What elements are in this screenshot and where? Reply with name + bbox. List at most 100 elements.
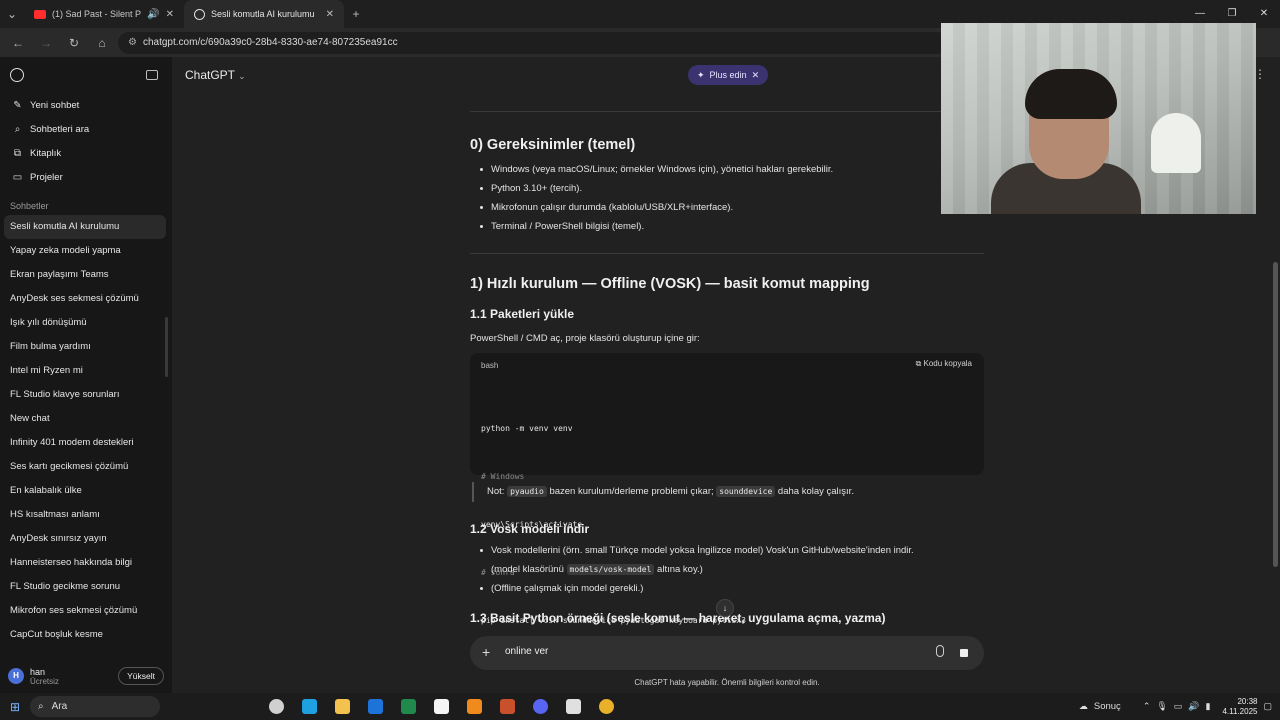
subsection-heading: 1.3 Basit Python örneği (sesle komut — h… [470,611,886,625]
sidebar-chat-item[interactable]: Ses kartı gecikmesi çözümü [0,455,172,479]
close-tab-icon[interactable]: ✕ [326,9,334,20]
stop-button[interactable] [954,643,974,663]
sidebar-chat-item[interactable]: HS kısaltması anlamı [0,503,172,527]
tab-list-button[interactable]: ⌄ [0,2,24,26]
new-tab-button[interactable]: + [344,2,368,26]
sparkle-icon: ✦ [697,69,705,80]
reload-icon[interactable]: ↻ [62,31,86,55]
list-item: Windows (veya macOS/Linux; örnekler Wind… [470,160,984,179]
sidebar-chat-item[interactable]: CapCut boşluk kesme [0,623,172,647]
network-icon[interactable]: ▭ [1174,701,1183,712]
url-field[interactable]: ⚙ chatgpt.com/c/690a39c0-28b4-8330-ae74-… [118,31,948,54]
taskbar: ⊞ ⌕ Ara ☁ Sonuç ⌃ 🎙 ▭ 🔊 ▮ 20:38 4.11.202… [0,693,1280,720]
clock[interactable]: 20:38 4.11.2025 [1222,697,1257,717]
new-chat-icon: ✎ [13,99,22,111]
excel-icon-glyph [401,699,416,714]
sidebar-chat-item[interactable]: Işık yılı dönüşümü [0,311,172,335]
sidebar-toggle-icon[interactable] [146,70,158,80]
edge-icon[interactable] [293,699,326,714]
sidebar-item-search[interactable]: ⌕ Sohbetleri ara [0,117,172,141]
sidebar-chat-item[interactable]: FL Studio klavye sorunları [0,383,172,407]
search-icon: ⌕ [14,123,21,135]
sidebar-header [0,57,172,93]
user-menu[interactable]: H han Ücretsiz Yükselt [0,659,172,693]
site-info-icon[interactable]: ⚙ [128,37,137,48]
taskbar-search-label: Ara [51,701,68,712]
close-tab-icon[interactable]: ✕ [166,9,174,20]
taskbar-search[interactable]: ⌕ Ara [30,696,160,717]
sidebar-chat-item[interactable]: Yapay zeka modeli yapma [0,239,172,263]
weather-icon[interactable]: ☁ [1079,701,1088,712]
sidebar-chat-item[interactable]: Ekran paylaşımı Teams [0,263,172,287]
user-name: han [30,666,46,677]
tab-title: Sesli komutla AI kurulumu [211,9,315,19]
task-view-icon[interactable] [260,699,293,714]
disclaimer: ChatGPT hata yapabilir. Önemli bilgileri… [634,678,820,687]
close-icon[interactable]: ✕ [752,70,760,81]
chatgpt-logo-icon[interactable] [10,68,24,82]
sidebar-chat-item[interactable]: AnyDesk sınırsız yayın [0,527,172,551]
fl-studio-icon[interactable] [458,699,491,714]
weather-label[interactable]: Sonuç [1094,701,1121,712]
copy-code-button[interactable]: ⧉ Kodu kopyala [916,359,972,369]
sidebar-chat-item[interactable]: Hanneisterseo hakkında bilgi [0,551,172,575]
sidebar-chat-item[interactable]: New chat [0,407,172,431]
microphone-tray-icon[interactable]: 🎙 [1156,701,1167,712]
sidebar-chat-item[interactable]: Film bulma yardımı [0,335,172,359]
home-icon[interactable]: ⌂ [90,31,114,55]
sidebar-item-library[interactable]: ⧉ Kitaplık [0,141,172,165]
github-icon[interactable] [557,699,590,714]
chevron-up-icon[interactable]: ⌃ [1143,701,1151,712]
attach-plus-icon[interactable]: + [482,644,490,660]
sidebar-item-projects[interactable]: ▭ Projeler [0,165,172,189]
section-heading: 1) Hızlı kurulum — Offline (VOSK) — basi… [470,276,870,292]
chrome-icon[interactable] [590,699,623,714]
main-scrollbar[interactable] [1273,262,1278,567]
section-heading: 0) Gereksinimler (temel) [470,137,636,153]
chat-list: Sesli komutla AI kurulumu Yapay zeka mode… [0,215,172,647]
sidebar-chat-item[interactable]: En kalabalık ülke [0,479,172,503]
code-language: bash [481,361,499,370]
upgrade-button[interactable]: Yükselt [118,667,164,685]
copy-icon: ⧉ [915,359,922,368]
sidebar-scrollbar[interactable] [165,317,168,377]
message-input[interactable]: online ver [505,646,548,657]
plus-upsell-button[interactable]: ✦ Plus edin ✕ [688,65,769,85]
sidebar-chat-item[interactable]: Infinity 401 modem destekleri [0,431,172,455]
list-item: Vosk modellerini (örn. small Türkçe mode… [470,541,984,579]
notifications-icon[interactable]: ▢ [1263,701,1272,712]
message-composer[interactable]: + online ver [470,636,984,670]
model-name: ChatGPT [185,68,235,82]
url-text: chatgpt.com/c/690a39c0-28b4-8330-ae74-80… [142,37,398,48]
microphone-icon[interactable] [936,645,944,657]
windows-start-icon[interactable]: ⊞ [0,700,30,714]
notepad-icon[interactable] [425,699,458,714]
tab-youtube[interactable]: (1) Sad Past - Silent Partner 🔊 ✕ [24,0,184,28]
sidebar-chat-item[interactable]: FL Studio gecikme sorunu [0,575,172,599]
app-icon-glyph [500,699,515,714]
sidebar-chat-item[interactable]: AnyDesk ses sekmesi çözümü [0,287,172,311]
battery-icon[interactable]: ▮ [1206,701,1211,712]
outlook-icon[interactable] [359,699,392,714]
app-icon[interactable] [491,699,524,714]
scroll-down-button[interactable]: ↓ [716,599,734,617]
file-explorer-icon[interactable] [326,699,359,714]
tab-chatgpt[interactable]: Sesli komutla AI kurulumu ✕ [184,0,344,28]
sidebar: ✎ Yeni sohbet ⌕ Sohbetleri ara ⧉ Kitaplı… [0,57,172,693]
excel-icon[interactable] [392,699,425,714]
audio-icon[interactable]: 🔊 [147,9,159,20]
model-selector[interactable]: ChatGPT ⌄ [185,68,246,82]
clock-date: 4.11.2025 [1222,706,1258,716]
note-text: daha kolay çalışır. [777,486,854,497]
user-plan: Ücretsiz [30,676,59,686]
discord-icon[interactable] [524,699,557,714]
divider [470,111,984,112]
sidebar-chat-item[interactable]: Mikrofon ses sekmesi çözümü [0,599,172,623]
volume-icon[interactable]: 🔊 [1188,701,1199,712]
back-icon[interactable]: ← [6,31,30,55]
forward-icon[interactable]: → [34,31,58,55]
sidebar-item-new-chat[interactable]: ✎ Yeni sohbet [0,93,172,117]
sidebar-chat-item[interactable]: Intel mi Ryzen mi [0,359,172,383]
sidebar-chat-item[interactable]: Sesli komutla AI kurulumu [4,215,166,239]
list-item: Python 3.10+ (tercih). [470,179,984,198]
